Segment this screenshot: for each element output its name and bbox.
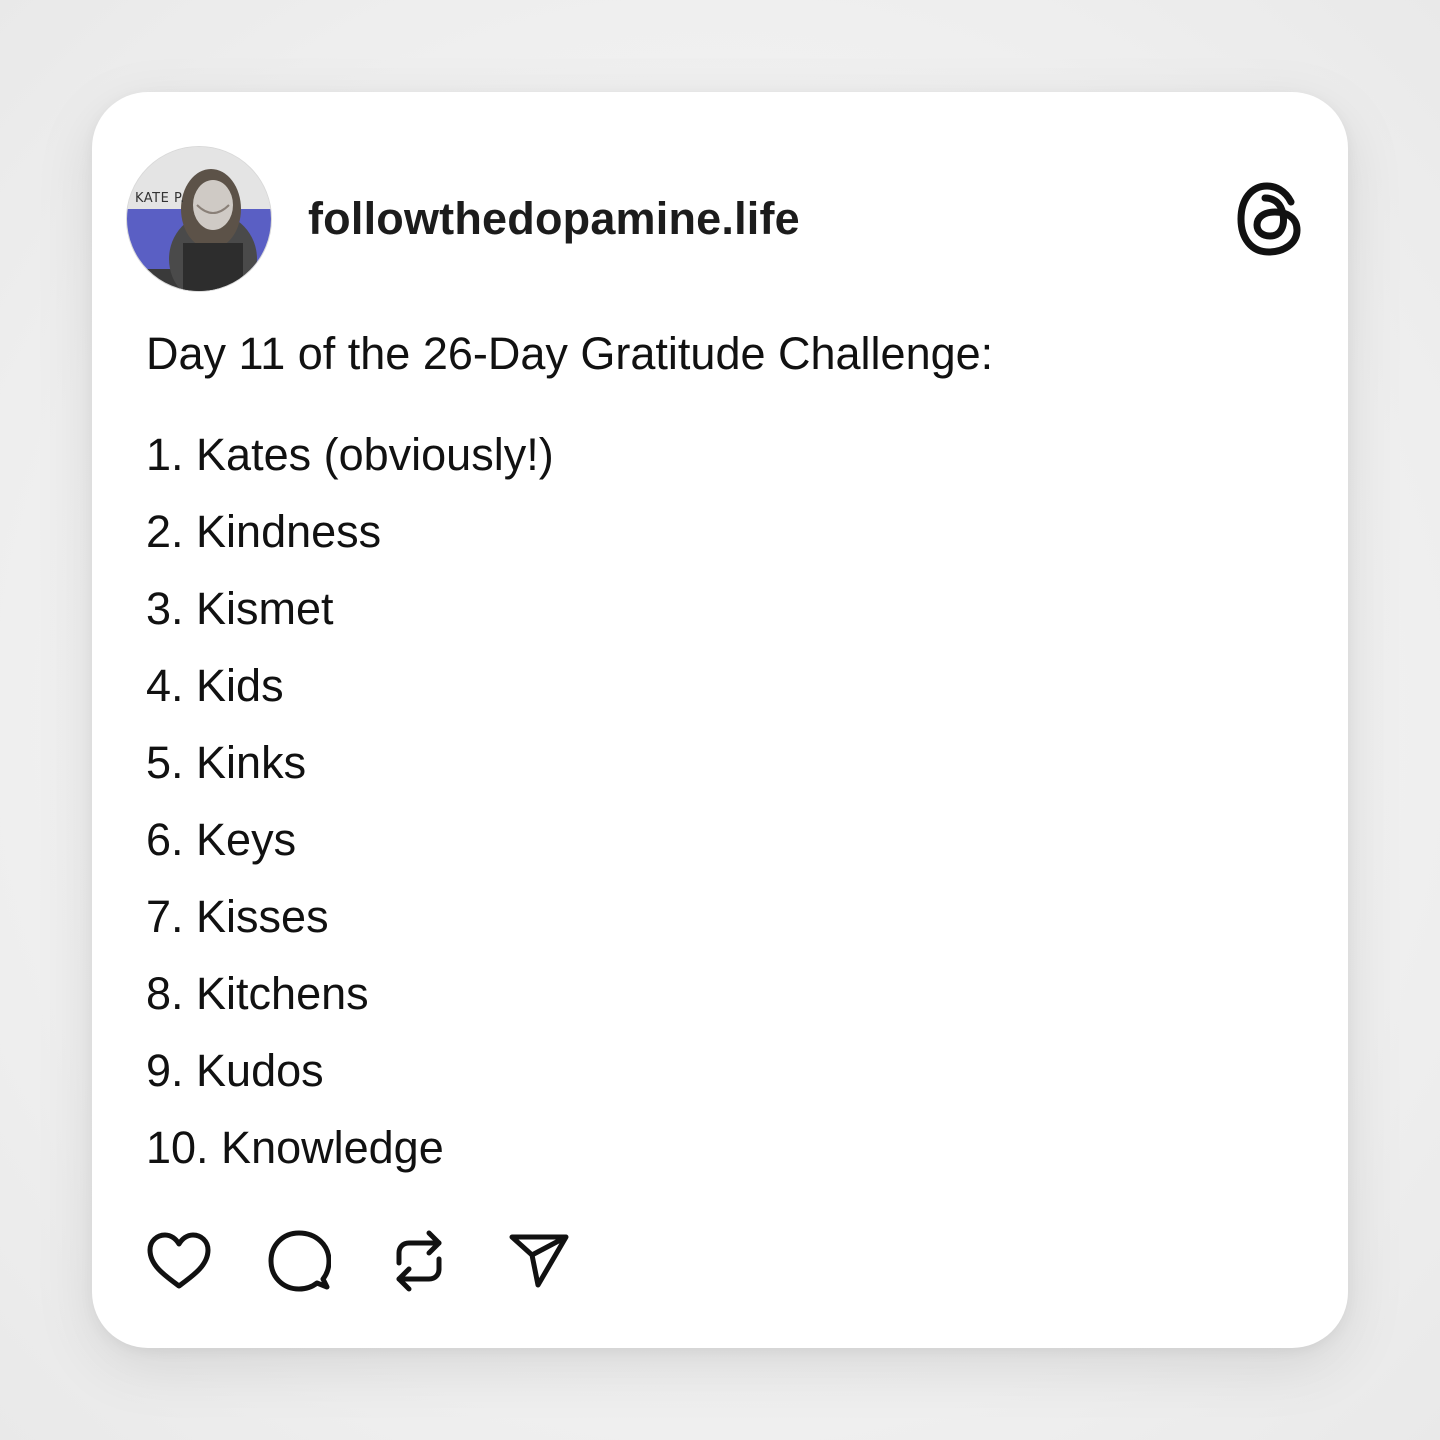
- list-item: 1. Kates (obviously!): [146, 429, 554, 480]
- gratitude-list: 1. Kates (obviously!) 2. Kindness 3. Kis…: [146, 416, 1288, 1186]
- comment-icon: [268, 1230, 331, 1292]
- list-item: 6. Keys: [146, 814, 297, 865]
- post-header: KATE P. followthedopamine.life: [126, 146, 1304, 292]
- share-button[interactable]: [504, 1226, 574, 1296]
- avatar-photo: [127, 147, 271, 291]
- send-icon: [509, 1234, 569, 1288]
- list-item: 3. Kismet: [146, 583, 334, 634]
- like-button[interactable]: [144, 1226, 214, 1296]
- list-item: 4. Kids: [146, 660, 284, 711]
- avatar[interactable]: KATE P.: [126, 146, 272, 292]
- post-body: Day 11 of the 26-Day Gratitude Challenge…: [146, 318, 1288, 1186]
- repost-button[interactable]: [384, 1226, 454, 1296]
- threads-logo-icon[interactable]: [1236, 181, 1304, 257]
- post-card: KATE P. followthedopamine.life Day 11 of…: [92, 92, 1348, 1348]
- list-item: 10. Knowledge: [146, 1122, 444, 1173]
- list-item: 5. Kinks: [146, 737, 307, 788]
- list-item: 7. Kisses: [146, 891, 329, 942]
- post-intro: Day 11 of the 26-Day Gratitude Challenge…: [146, 328, 994, 379]
- post-actions: [144, 1226, 624, 1296]
- username-link[interactable]: followthedopamine.life: [308, 193, 800, 245]
- list-item: 9. Kudos: [146, 1045, 324, 1096]
- reply-button[interactable]: [264, 1226, 334, 1296]
- list-item: 8. Kitchens: [146, 968, 369, 1019]
- list-item: 2. Kindness: [146, 506, 382, 557]
- repost-icon: [396, 1230, 442, 1292]
- heart-icon: [147, 1232, 211, 1289]
- avatar-label: KATE P.: [135, 191, 185, 206]
